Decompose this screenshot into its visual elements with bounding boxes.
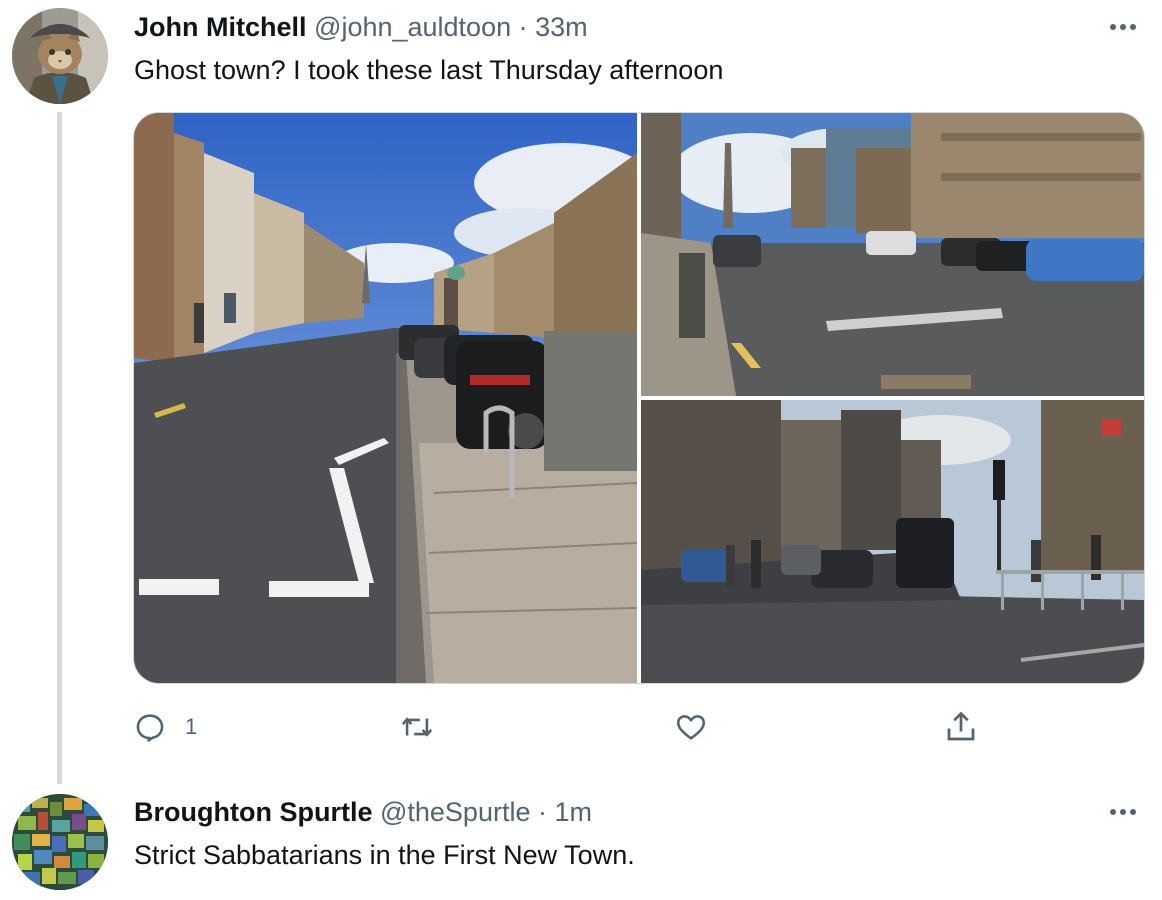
like-button[interactable] [673, 705, 727, 749]
tweet-text: Strict Sabbatarians in the First New Tow… [134, 840, 635, 870]
tweet-header: Broughton Spurtle @theSpurtle · 1m [134, 795, 592, 829]
avatar[interactable] [12, 8, 108, 104]
author-name[interactable]: Broughton Spurtle [134, 797, 372, 827]
tweet[interactable]: John Mitchell @john_auldtoon · 33m Ghost… [0, 0, 1162, 790]
media-grid [133, 112, 1145, 684]
author-handle[interactable]: @john_auldtoon [314, 12, 511, 42]
tweet[interactable]: Broughton Spurtle @theSpurtle · 1m Stric… [0, 790, 1162, 900]
share-icon [947, 711, 975, 741]
tweet-header: John Mitchell @john_auldtoon · 33m [134, 10, 588, 44]
timestamp[interactable]: 1m [555, 797, 593, 827]
share-button[interactable] [943, 705, 979, 749]
more-horizontal-icon [1110, 809, 1136, 815]
heart-icon [676, 715, 706, 740]
thread-connector-line [57, 112, 62, 784]
more-options-button[interactable] [1106, 10, 1140, 44]
tweet-text: Ghost town? I took these last Thursday a… [134, 55, 724, 85]
tweet-actions: 1 [133, 705, 1033, 749]
timestamp[interactable]: 33m [535, 12, 588, 42]
photo-traffic-junction[interactable] [641, 400, 1144, 683]
more-horizontal-icon [1110, 24, 1136, 30]
avatar[interactable] [12, 794, 108, 890]
retweet-button[interactable] [398, 705, 454, 749]
author-handle[interactable]: @theSpurtle [380, 797, 531, 827]
separator-dot: · [518, 12, 528, 42]
reply-count: 1 [185, 714, 198, 739]
more-options-button[interactable] [1106, 795, 1140, 829]
retweet-icon [401, 717, 433, 737]
reply-icon [136, 714, 164, 742]
separator-dot: · [538, 797, 547, 827]
author-name[interactable]: John Mitchell [134, 12, 307, 42]
reply-button[interactable]: 1 [133, 705, 197, 749]
photo-street-parked-cars[interactable] [134, 113, 637, 683]
photo-no-entry-road[interactable] [641, 113, 1144, 396]
